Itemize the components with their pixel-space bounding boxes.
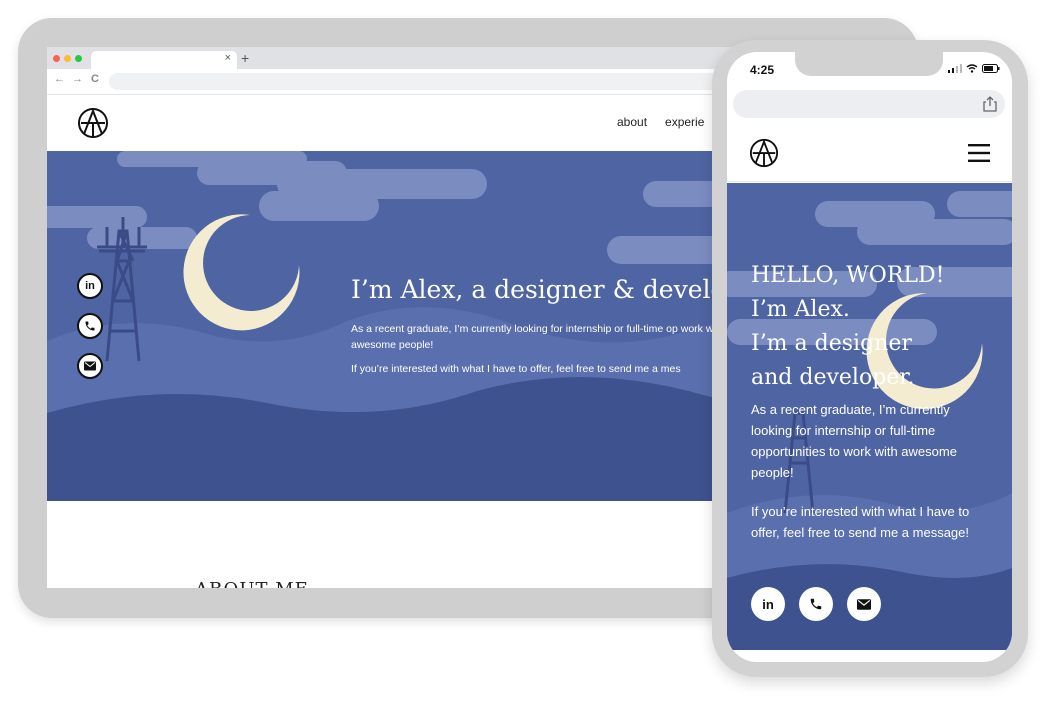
mobile-hero-contact-text: If you’re interested with what I have to… — [751, 504, 970, 540]
signal-icon — [948, 64, 962, 73]
mockup-stage: × + ← → C about experie in I’m Alex, a d… — [0, 0, 1055, 705]
mobile-hero-intro-text: As a recent graduate, I’m currently look… — [751, 402, 957, 480]
logo-icon[interactable] — [77, 107, 109, 139]
back-button[interactable]: ← — [54, 73, 65, 85]
maximize-window-button[interactable] — [75, 55, 82, 62]
mobile-hero-section: HELLO, WORLD! I’m Alex. I’m a designer a… — [727, 183, 1012, 650]
mobile-hero-heading: HELLO, WORLD! I’m Alex. I’m a designer a… — [751, 263, 945, 390]
nav-link-experience[interactable]: experie — [665, 115, 704, 129]
about-heading: ABOUT ME — [195, 579, 309, 588]
mobile-linkedin-button[interactable]: in — [751, 587, 785, 621]
mobile-address-bar[interactable] — [733, 90, 1005, 118]
phone-screen: 4:25 HELLO, WORLD! I’m Alex. I’m a desig… — [727, 52, 1012, 662]
wifi-icon — [966, 64, 978, 73]
hero-title: I’m Alex, a designer & develo — [351, 275, 726, 304]
close-window-button[interactable] — [53, 55, 60, 62]
phone-notch — [795, 52, 943, 76]
hero-contact-text: If you’re interested with what I have to… — [351, 363, 681, 375]
linkedin-icon: in — [85, 280, 95, 292]
mobile-email-button[interactable] — [847, 587, 881, 621]
hamburger-menu-icon[interactable] — [968, 144, 990, 162]
status-time: 4:25 — [750, 63, 775, 77]
email-button[interactable] — [77, 353, 103, 379]
forward-button[interactable]: → — [72, 73, 83, 85]
browser-tab[interactable]: × — [91, 51, 237, 69]
linkedin-icon: in — [762, 596, 774, 612]
window-controls — [53, 55, 82, 62]
tab-close-icon[interactable]: × — [225, 52, 231, 64]
reload-button[interactable]: C — [91, 73, 99, 85]
phone-icon — [810, 598, 822, 610]
minimize-window-button[interactable] — [64, 55, 71, 62]
mail-icon — [84, 361, 96, 371]
hero-intro-text: As a recent graduate, I’m currently look… — [351, 323, 725, 351]
phone-button[interactable] — [77, 313, 103, 339]
mobile-phone-button[interactable] — [799, 587, 833, 621]
mail-icon — [857, 598, 871, 610]
nav-link-about[interactable]: about — [617, 115, 647, 129]
logo-icon[interactable] — [749, 138, 779, 168]
phone-icon — [85, 321, 95, 331]
site-nav: about experie — [617, 115, 704, 129]
status-icons — [948, 64, 1000, 73]
new-tab-button[interactable]: + — [241, 50, 249, 66]
battery-icon — [982, 64, 1000, 73]
mobile-site-header — [727, 124, 1012, 182]
linkedin-button[interactable]: in — [77, 273, 103, 299]
share-icon[interactable] — [983, 96, 997, 112]
